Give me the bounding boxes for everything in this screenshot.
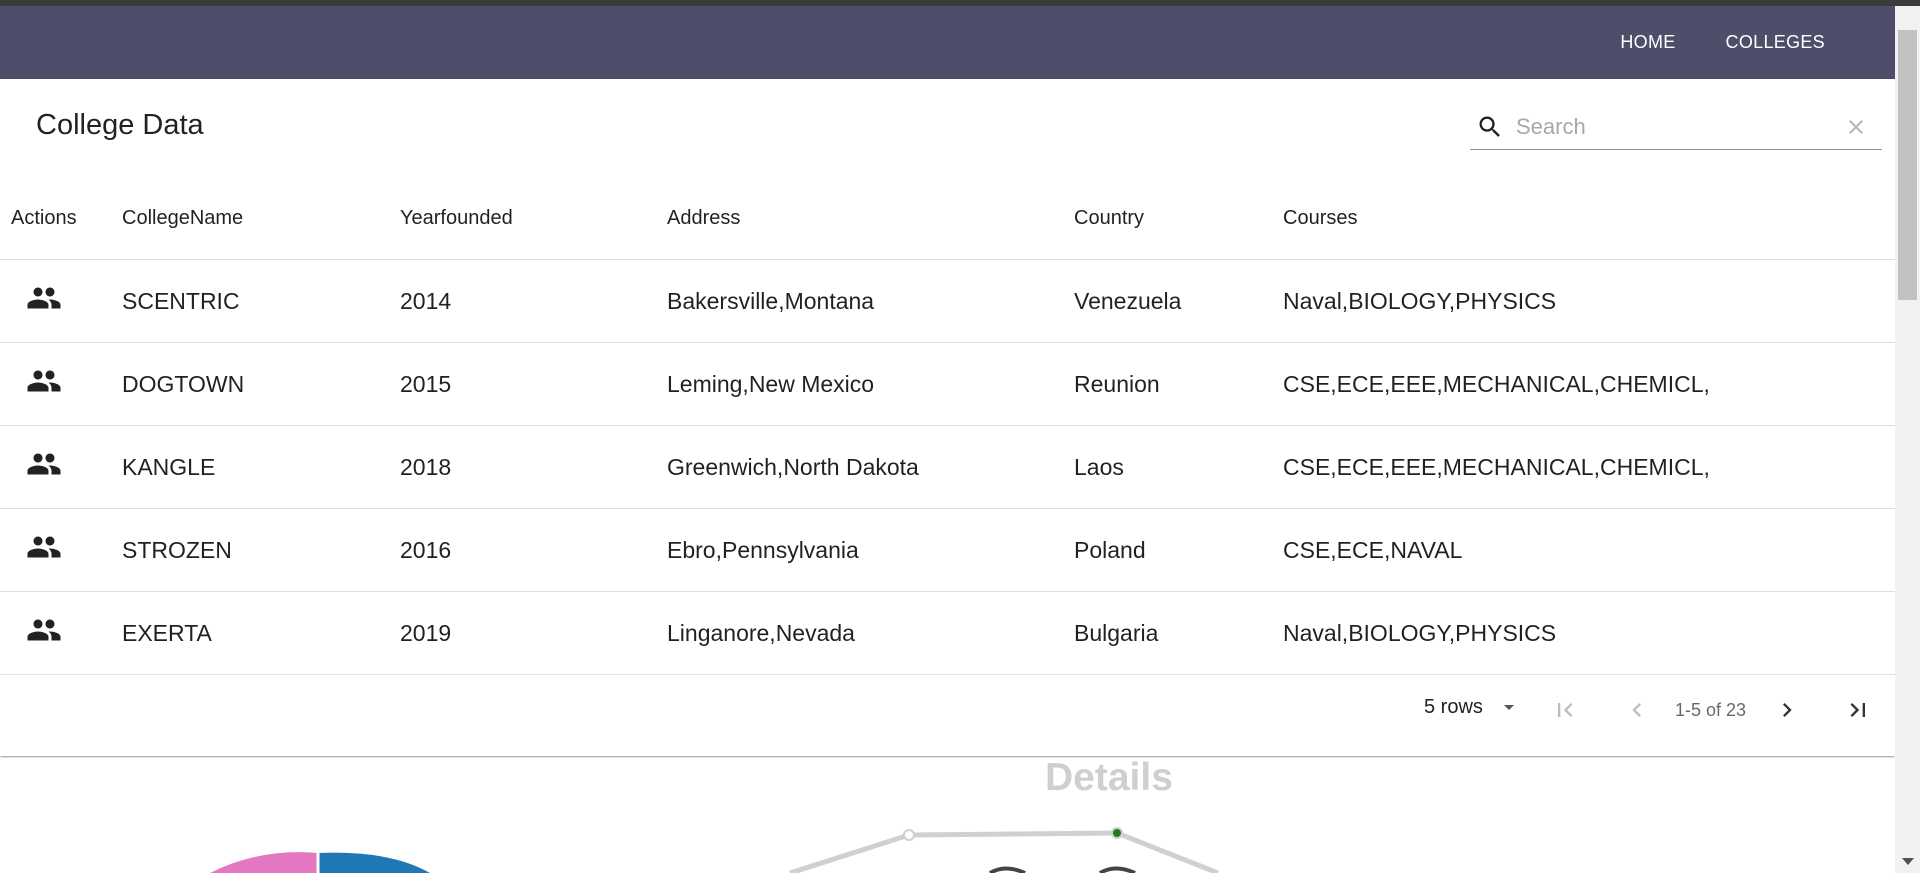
pie-slice-pink	[210, 852, 318, 873]
cell-college-name: STROZEN	[122, 508, 400, 592]
cell-country: Bulgaria	[1074, 591, 1283, 675]
details-chart-title: Details	[1045, 756, 1173, 799]
scrollbar-thumb[interactable]	[1898, 30, 1917, 300]
people-icon[interactable]	[26, 529, 62, 565]
cell-year-founded: 2015	[400, 342, 667, 426]
details-chart	[210, 827, 1219, 873]
column-header-address[interactable]: Address	[667, 177, 1074, 260]
people-icon[interactable]	[26, 280, 62, 316]
line-point-highlighted	[1111, 827, 1123, 839]
cell-year-founded: 2019	[400, 591, 667, 675]
cell-college-name: SCENTRIC	[122, 259, 400, 343]
page-range: 1-5 of 23	[1675, 700, 1747, 720]
cell-country: Poland	[1074, 508, 1283, 592]
previous-page-button[interactable]	[1622, 695, 1652, 725]
pie-slice-blue	[318, 852, 430, 873]
cell-courses: CSE,ECE,EEE,MECHANICAL,CHEMICL,	[1283, 425, 1895, 509]
details-chart-area: Details	[0, 756, 1895, 873]
row-actions	[0, 425, 122, 509]
next-page-button[interactable]	[1772, 695, 1802, 725]
people-icon[interactable]	[26, 612, 62, 648]
college-table: Actions CollegeName Yearfounded Address …	[0, 177, 1895, 675]
table-toolbar: College Data	[0, 79, 1895, 177]
cell-courses: CSE,ECE,NAVAL	[1283, 508, 1895, 592]
bar-top	[988, 866, 1026, 873]
search-input[interactable]	[1514, 113, 1838, 141]
column-header-yearfounded[interactable]: Yearfounded	[400, 177, 667, 260]
cell-courses: CSE,ECE,EEE,MECHANICAL,CHEMICL,	[1283, 342, 1895, 426]
cell-address: Greenwich,North Dakota	[667, 425, 1074, 509]
cell-college-name: KANGLE	[122, 425, 400, 509]
table-row: DOGTOWN 2015 Leming,New Mexico Reunion C…	[0, 342, 1895, 426]
college-table-card: College Data Actions CollegeName Yearfou…	[0, 79, 1895, 756]
table-row: KANGLE 2018 Greenwich,North Dakota Laos …	[0, 425, 1895, 509]
table-row: EXERTA 2019 Linganore,Nevada Bulgaria Na…	[0, 591, 1895, 675]
chevron-left-icon	[1632, 703, 1641, 717]
table-header-row: Actions CollegeName Yearfounded Address …	[0, 177, 1895, 260]
column-header-country[interactable]: Country	[1074, 177, 1283, 260]
nav-home-button[interactable]: HOME	[1595, 6, 1700, 79]
cell-year-founded: 2014	[400, 259, 667, 343]
cell-year-founded: 2018	[400, 425, 667, 509]
last-page-icon	[1850, 703, 1865, 717]
cell-address: Bakersville,Montana	[667, 259, 1074, 343]
first-page-icon	[1558, 703, 1573, 717]
cell-country: Laos	[1074, 425, 1283, 509]
column-header-courses[interactable]: Courses	[1283, 177, 1895, 260]
column-header-actions: Actions	[0, 177, 122, 260]
last-page-button[interactable]	[1843, 695, 1873, 725]
cell-address: Ebro,Pennsylvania	[667, 508, 1074, 592]
pagination: 5 rows 1-5 of 23	[0, 667, 1895, 755]
first-page-button[interactable]	[1550, 695, 1580, 725]
people-icon[interactable]	[26, 446, 62, 482]
search-box	[1470, 105, 1882, 150]
table-row: SCENTRIC 2014 Bakersville,Montana Venezu…	[0, 259, 1895, 343]
people-icon[interactable]	[26, 363, 62, 399]
row-actions	[0, 342, 122, 426]
line-point	[903, 829, 915, 841]
column-header-collegename[interactable]: CollegeName	[122, 177, 400, 260]
cell-country: Reunion	[1074, 342, 1283, 426]
row-actions	[0, 591, 122, 675]
cell-college-name: EXERTA	[122, 591, 400, 675]
scroll-down-arrow-icon[interactable]	[1902, 858, 1914, 865]
search-icon	[1479, 116, 1500, 137]
row-actions	[0, 508, 122, 592]
bar-top	[1098, 866, 1136, 873]
page-scrollbar[interactable]	[1895, 6, 1920, 873]
caret-down-icon	[1503, 705, 1514, 710]
app-bar: HOME COLLEGES	[0, 6, 1895, 79]
cell-address: Leming,New Mexico	[667, 342, 1074, 426]
cell-country: Venezuela	[1074, 259, 1283, 343]
nav-colleges-button[interactable]: COLLEGES	[1701, 6, 1850, 79]
rows-per-page-value: 5 rows	[1424, 695, 1483, 718]
cell-address: Linganore,Nevada	[667, 591, 1074, 675]
cell-courses: Naval,BIOLOGY,PHYSICS	[1283, 259, 1895, 343]
table-title: College Data	[36, 109, 204, 141]
rows-per-page-select[interactable]: 5 rows	[1424, 695, 1521, 719]
chevron-right-icon	[1783, 703, 1792, 717]
table-row: STROZEN 2016 Ebro,Pennsylvania Poland CS…	[0, 508, 1895, 592]
row-actions	[0, 259, 122, 343]
cell-year-founded: 2016	[400, 508, 667, 592]
cell-college-name: DOGTOWN	[122, 342, 400, 426]
clear-icon[interactable]	[1844, 115, 1868, 139]
cell-courses: Naval,BIOLOGY,PHYSICS	[1283, 591, 1895, 675]
